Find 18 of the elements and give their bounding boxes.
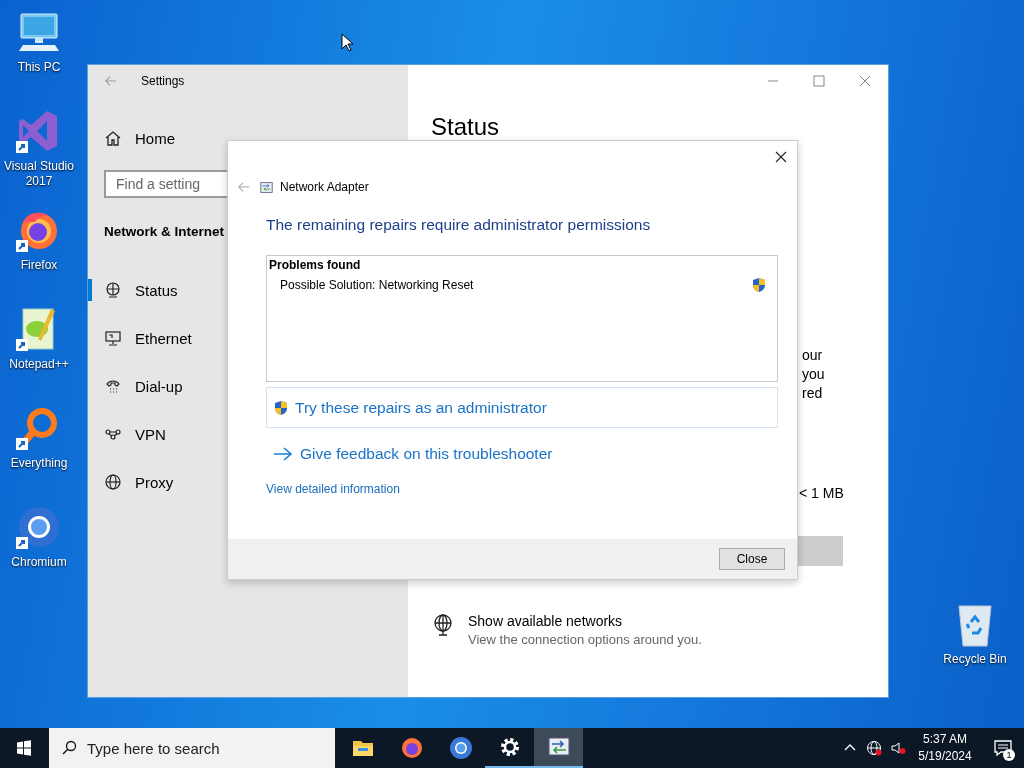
body-text: red (802, 384, 824, 403)
page-heading: Status (431, 113, 500, 141)
icon-label: Firefox (19, 258, 59, 273)
window-title: Settings (141, 74, 185, 88)
panel-title: Problems found (269, 258, 362, 273)
icon-label: This PC (16, 60, 62, 75)
body-text: our (802, 346, 824, 365)
icon-label: Chromium (10, 555, 68, 570)
icon-label: Notepad++ (8, 357, 70, 372)
section-heading: Network & Internet (104, 223, 225, 241)
problem-item: Possible Solution: Networking Reset (280, 277, 474, 293)
dialog-title: Network Adapter (280, 180, 369, 194)
icon-label: Everything (9, 456, 69, 471)
dialog-heading: The remaining repairs require administrator permissions (266, 215, 652, 235)
data-usage-text: < 1 MB (799, 484, 844, 503)
icon-label: Recycle Bin (942, 652, 1008, 667)
body-text: you (802, 365, 825, 384)
icon-label: Visual Studio 2017 (3, 159, 75, 189)
